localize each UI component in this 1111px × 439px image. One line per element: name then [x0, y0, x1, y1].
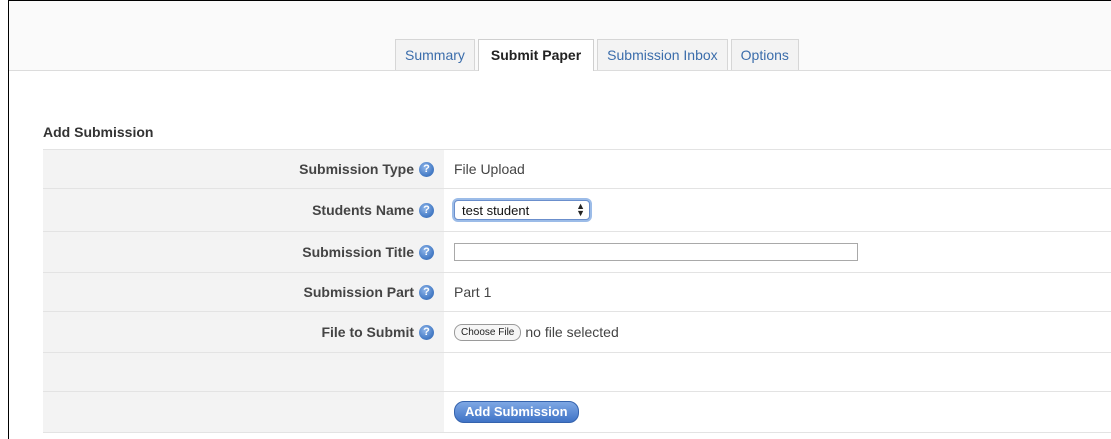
- form-label-cell: [43, 353, 444, 391]
- page-frame: Summary Submit Paper Submission Inbox Op…: [8, 0, 1111, 439]
- tab-summary[interactable]: Summary: [395, 39, 475, 70]
- form-row-submission-part: Submission Part ? Part 1: [43, 272, 1111, 311]
- form-label-cell: Submission Title ?: [43, 232, 444, 272]
- students-name-select[interactable]: test student ▲ ▼: [454, 200, 590, 220]
- form-label-cell: Submission Part ?: [43, 273, 444, 311]
- tab-submission-inbox[interactable]: Submission Inbox: [597, 39, 728, 70]
- form-value-cell: File Upload: [444, 150, 1111, 188]
- form-row-students-name: Students Name ? test student ▲ ▼: [43, 188, 1111, 231]
- help-icon[interactable]: ?: [419, 244, 434, 260]
- form-row-file-to-submit: File to Submit ? Choose File no file sel…: [43, 311, 1111, 352]
- form-label-cell: Submission Type ?: [43, 150, 444, 188]
- form-value-cell: [444, 232, 1111, 272]
- submission-title-input[interactable]: [454, 243, 858, 261]
- form-row-actions: Add Submission: [43, 391, 1111, 433]
- form-value-cell: Choose File no file selected: [444, 312, 1111, 352]
- section-title: Add Submission: [43, 124, 154, 140]
- tab-bar-band: Summary Submit Paper Submission Inbox Op…: [9, 1, 1111, 71]
- students-name-label: Students Name: [312, 202, 414, 218]
- form-value-cell: test student ▲ ▼: [444, 189, 1111, 231]
- file-to-submit-label: File to Submit: [321, 324, 414, 340]
- form-label-cell: Students Name ?: [43, 189, 444, 231]
- submission-part-label: Submission Part: [303, 284, 414, 300]
- submission-type-value: File Upload: [454, 161, 525, 177]
- submission-title-label: Submission Title: [302, 244, 414, 260]
- form-label-cell: [43, 392, 444, 432]
- form-row-spacer: [43, 352, 1111, 391]
- choose-file-button[interactable]: Choose File: [454, 323, 522, 341]
- students-name-selected: test student: [462, 202, 530, 218]
- help-icon[interactable]: ?: [419, 161, 434, 177]
- form-label-cell: File to Submit ?: [43, 312, 444, 352]
- add-submission-form: Submission Type ? File Upload Students N…: [43, 149, 1111, 433]
- form-value-cell: Part 1: [444, 273, 1111, 311]
- up-down-arrows-icon: ▲ ▼: [576, 201, 585, 218]
- form-value-cell: [444, 353, 1111, 391]
- help-icon[interactable]: ?: [419, 324, 434, 340]
- tab-bar: Summary Submit Paper Submission Inbox Op…: [395, 39, 802, 71]
- help-icon[interactable]: ?: [419, 284, 434, 300]
- submission-part-value: Part 1: [454, 284, 492, 300]
- add-submission-button[interactable]: Add Submission: [454, 401, 579, 423]
- form-row-submission-type: Submission Type ? File Upload: [43, 149, 1111, 188]
- submission-type-label: Submission Type: [299, 161, 414, 177]
- tab-options[interactable]: Options: [730, 39, 799, 70]
- form-row-submission-title: Submission Title ?: [43, 231, 1111, 272]
- file-status-text: no file selected: [525, 324, 619, 340]
- help-icon[interactable]: ?: [419, 202, 434, 218]
- tab-submit-paper[interactable]: Submit Paper: [477, 39, 595, 71]
- form-value-cell: Add Submission: [444, 392, 1111, 432]
